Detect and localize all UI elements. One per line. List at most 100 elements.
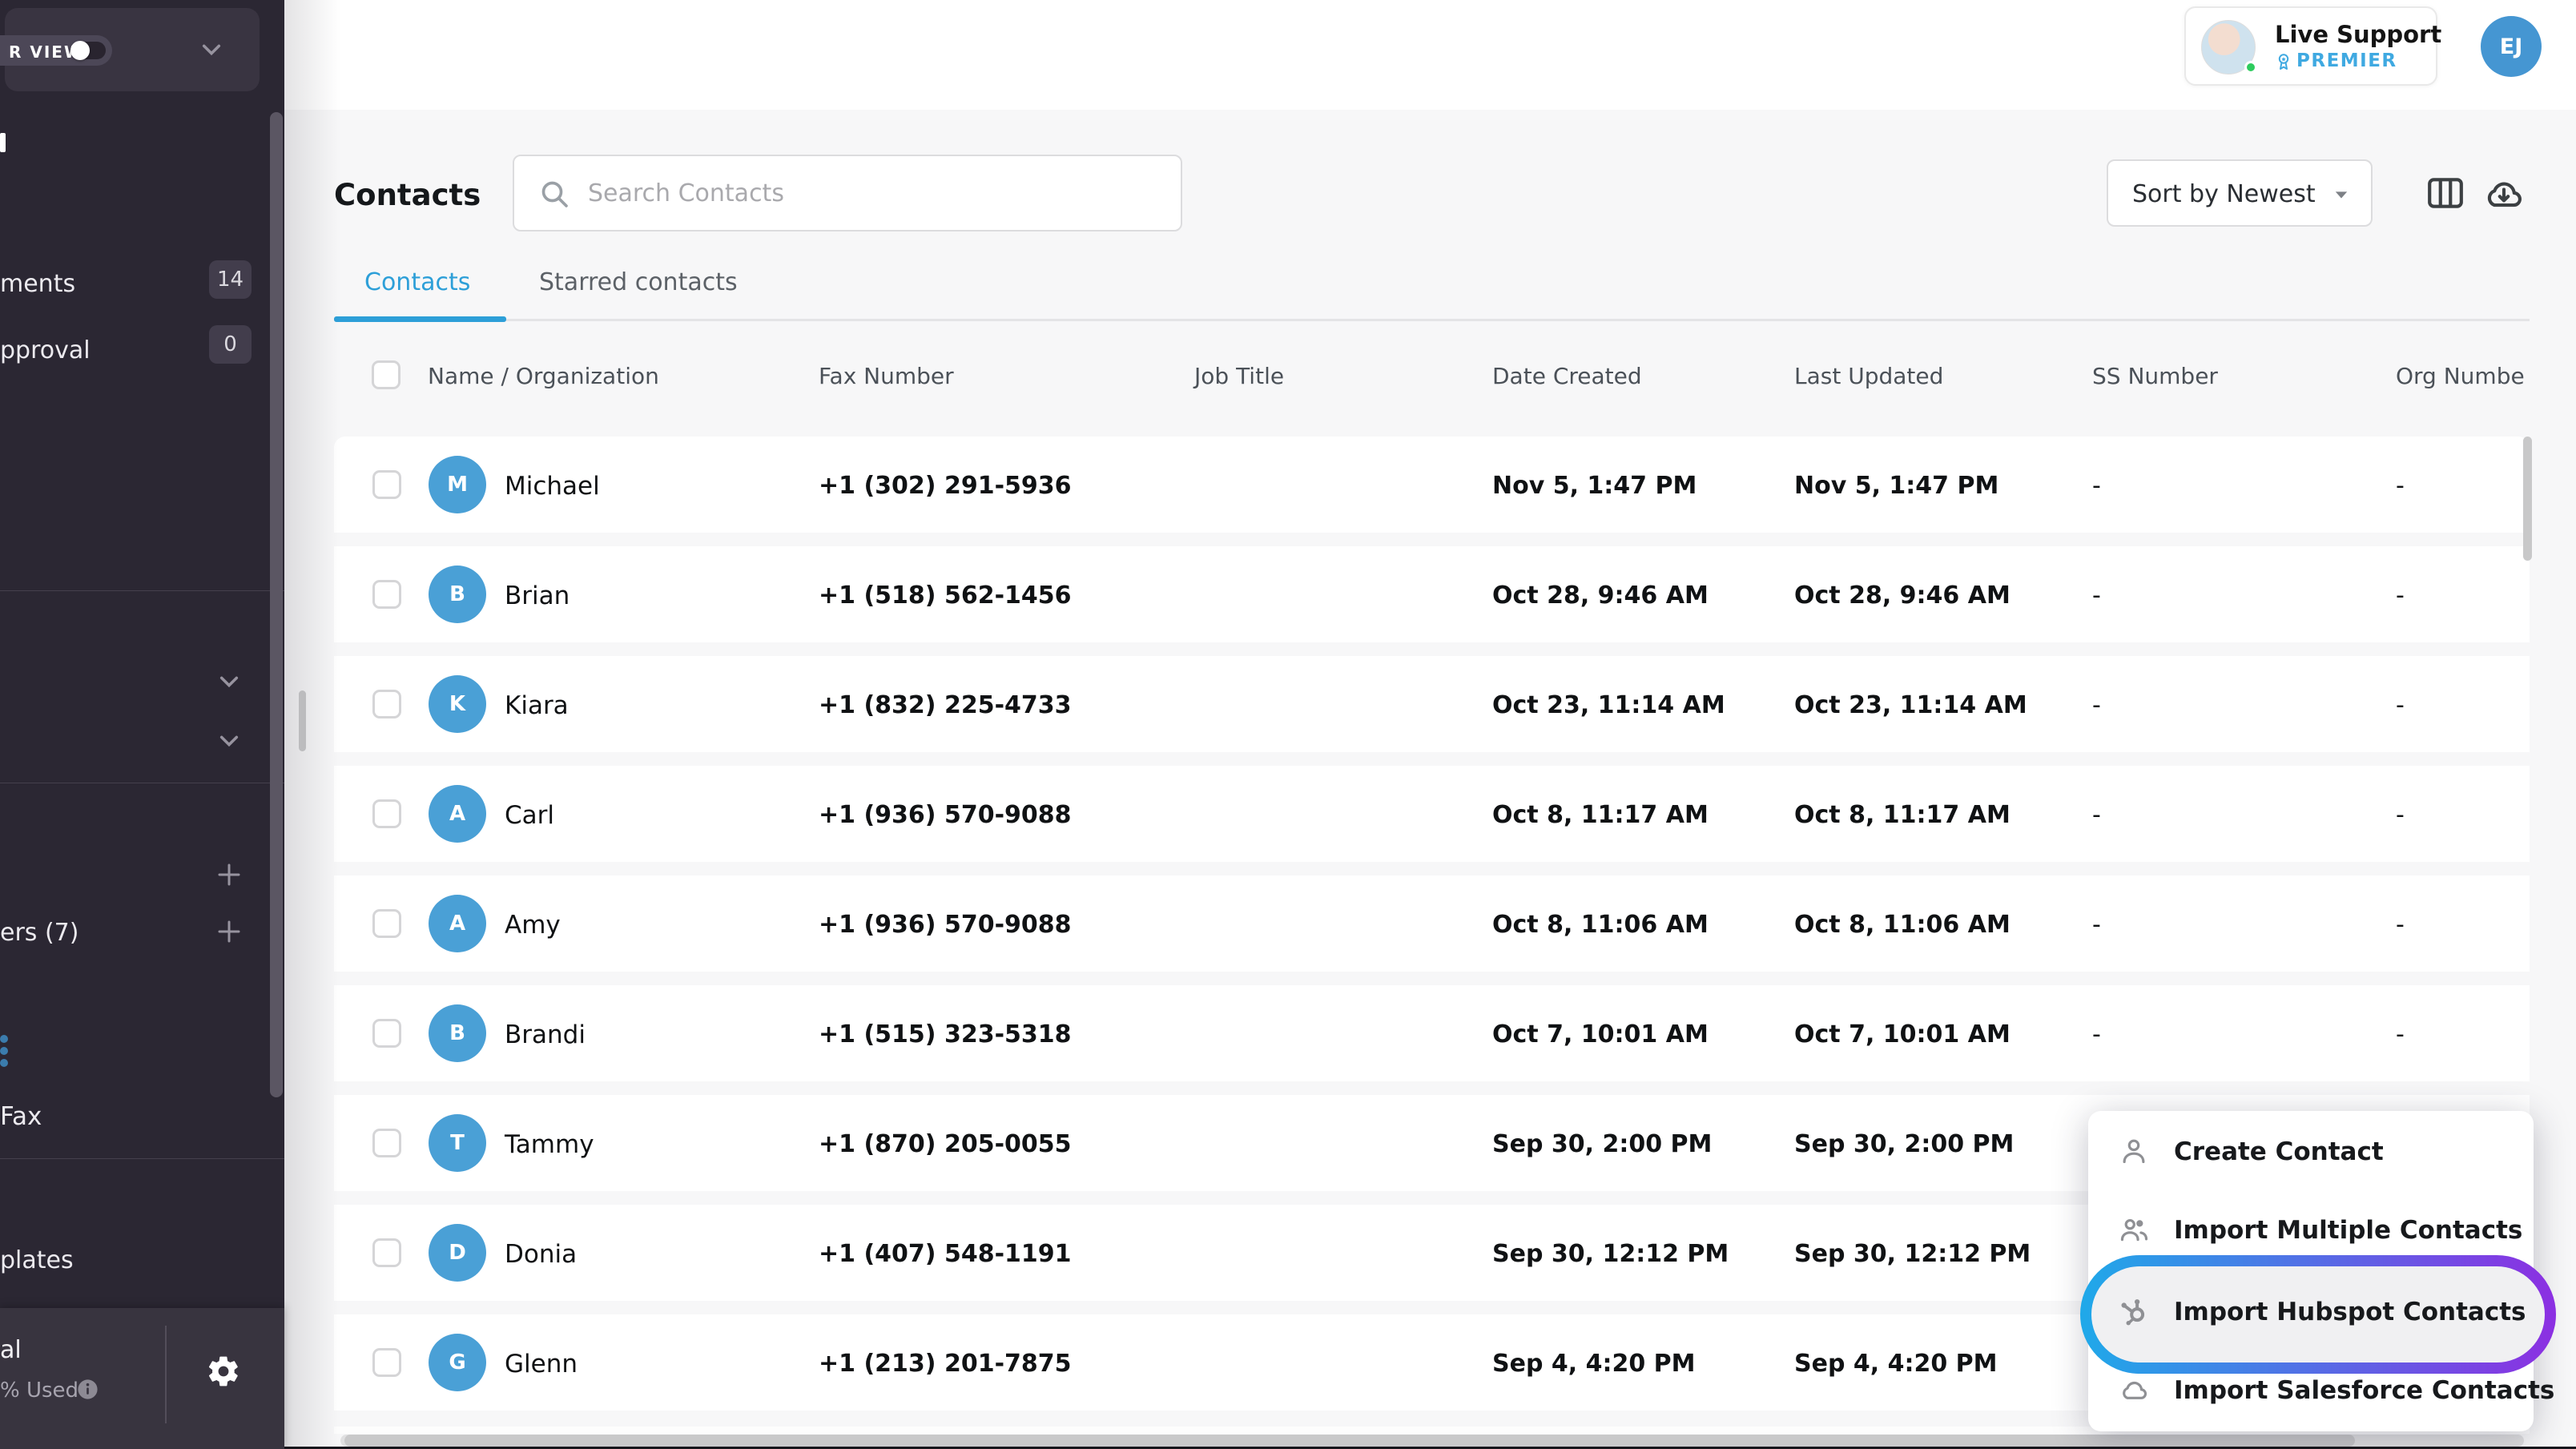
menu-item-create-contact[interactable]: Create Contact <box>2088 1113 2534 1189</box>
column-header[interactable]: Date Created <box>1492 363 1642 389</box>
tab-starred-contacts[interactable]: Starred contacts <box>539 268 738 296</box>
divider <box>165 1326 167 1423</box>
sidebar-item-documents[interactable]: ments 14 <box>0 265 284 304</box>
chevron-down-icon[interactable] <box>218 733 240 749</box>
sidebar: R VIEW ments 14 pproval 0 ers (7) Fax pl… <box>0 0 284 1449</box>
row-checkbox[interactable] <box>372 580 401 609</box>
menu-item-import-hubspot[interactable]: Import Hubspot Contacts <box>2088 1273 2534 1350</box>
fax-number: +1 (870) 205-0055 <box>819 1130 1072 1158</box>
menu-item-label: Import Multiple Contacts <box>2174 1216 2522 1245</box>
fax-number: +1 (515) 323-5318 <box>819 1020 1072 1049</box>
org-number: - <box>2396 472 2405 500</box>
row-checkbox[interactable] <box>372 1238 401 1267</box>
gear-icon[interactable] <box>206 1354 241 1389</box>
user-avatar[interactable]: EJ <box>2481 16 2542 77</box>
row-checkbox[interactable] <box>372 690 401 718</box>
contact-avatar: A <box>429 785 486 843</box>
cloud-download-icon[interactable] <box>2481 173 2526 215</box>
kebab-menu-icon[interactable] <box>0 1035 8 1043</box>
sidebar-scrollbar[interactable] <box>270 112 283 1097</box>
premier-label: PREMIER <box>2296 50 2397 71</box>
date-created: Sep 30, 12:12 PM <box>1492 1240 1729 1268</box>
sidebar-item-templates[interactable]: plates <box>0 1246 74 1274</box>
table-row[interactable]: A Amy +1 (936) 570-9088 Oct 8, 11:06 AM … <box>334 875 2530 972</box>
column-header[interactable]: Job Title <box>1194 363 1284 389</box>
view-toggle-knob[interactable] <box>70 41 90 60</box>
plus-icon[interactable] <box>215 860 244 889</box>
table-row[interactable]: B Brian +1 (518) 562-1456 Oct 28, 9:46 A… <box>334 546 2530 642</box>
last-updated: Oct 7, 10:01 AM <box>1794 1020 2010 1049</box>
table-vertical-scrollbar[interactable] <box>2523 437 2532 561</box>
last-updated: Sep 30, 12:12 PM <box>1794 1240 2031 1268</box>
live-support-widget[interactable]: Live Support PREMIER <box>2184 6 2437 86</box>
last-updated: Sep 30, 2:00 PM <box>1794 1130 2014 1158</box>
fax-number: +1 (832) 225-4733 <box>819 691 1072 719</box>
divider <box>0 590 284 591</box>
sort-dropdown[interactable]: Sort by Newest <box>2107 159 2373 227</box>
contact-name[interactable]: Kiara <box>505 691 569 720</box>
page-title: Contacts <box>334 178 481 212</box>
table-row[interactable]: B Brandi +1 (515) 323-5318 Oct 7, 10:01 … <box>334 985 2530 1081</box>
contact-name[interactable]: Donia <box>505 1240 577 1269</box>
ss-number: - <box>2092 801 2101 829</box>
row-checkbox[interactable] <box>372 1129 401 1157</box>
divider <box>0 1158 284 1159</box>
column-header[interactable]: Name / Organization <box>428 363 659 389</box>
contact-name[interactable]: Brandi <box>505 1020 586 1049</box>
table-row[interactable]: K Kiara +1 (832) 225-4733 Oct 23, 11:14 … <box>334 656 2530 752</box>
org-number: - <box>2396 911 2405 939</box>
ss-number: - <box>2092 911 2101 939</box>
content-left-scrollbar[interactable] <box>299 690 306 751</box>
column-header[interactable]: Fax Number <box>819 363 954 389</box>
sidebar-view-card: R VIEW <box>5 8 260 91</box>
sidebar-item-approval[interactable]: pproval 0 <box>0 332 284 370</box>
tabs-divider <box>334 319 2530 321</box>
chevron-down-icon[interactable] <box>200 42 223 58</box>
kebab-menu-icon[interactable] <box>0 1047 8 1055</box>
cloud-icon <box>2119 1375 2149 1405</box>
menu-item-import-salesforce[interactable]: Import Salesforce Contacts <box>2088 1351 2534 1428</box>
contact-name[interactable]: Amy <box>505 911 561 940</box>
contact-name[interactable]: Tammy <box>505 1130 594 1159</box>
search-icon <box>538 178 570 210</box>
table-row[interactable]: A Carl +1 (936) 570-9088 Oct 8, 11:17 AM… <box>334 766 2530 862</box>
column-header[interactable]: Org Numbe <box>2396 363 2525 389</box>
active-tab-underline <box>334 316 506 322</box>
contact-name[interactable]: Michael <box>505 472 600 501</box>
search-input[interactable] <box>588 156 1165 230</box>
plan-label: al <box>0 1336 22 1364</box>
row-checkbox[interactable] <box>372 799 401 828</box>
contact-avatar: G <box>429 1334 486 1391</box>
table-row[interactable]: M Michael +1 (302) 291-5936 Nov 5, 1:47 … <box>334 437 2530 533</box>
contact-name[interactable]: Glenn <box>505 1350 578 1379</box>
horizontal-scrollbar-thumb[interactable] <box>344 1435 2355 1447</box>
org-number: - <box>2396 582 2405 610</box>
view-toggle-pill[interactable]: R VIEW <box>0 35 112 66</box>
plus-icon[interactable] <box>215 917 244 946</box>
row-checkbox[interactable] <box>372 1348 401 1377</box>
menu-item-import-multiple[interactable]: Import Multiple Contacts <box>2088 1191 2534 1268</box>
org-number: - <box>2396 691 2405 719</box>
sidebar-item-label: ments <box>0 270 75 298</box>
row-checkbox[interactable] <box>372 909 401 938</box>
chevron-down-icon[interactable] <box>218 674 240 690</box>
ss-number: - <box>2092 691 2101 719</box>
columns-icon[interactable] <box>2425 173 2465 213</box>
tab-contacts[interactable]: Contacts <box>364 268 470 296</box>
contact-name[interactable]: Brian <box>505 582 570 610</box>
sidebar-item-label: pproval <box>0 336 91 364</box>
select-all-checkbox[interactable] <box>372 360 400 389</box>
menu-item-label: Import Salesforce Contacts <box>2174 1376 2554 1405</box>
contact-name[interactable]: Carl <box>505 801 554 830</box>
sidebar-item-fax[interactable]: Fax <box>0 1102 42 1131</box>
kebab-menu-icon[interactable] <box>0 1059 8 1067</box>
fax-number: +1 (936) 570-9088 <box>819 911 1072 939</box>
row-checkbox[interactable] <box>372 1019 401 1048</box>
column-header[interactable]: Last Updated <box>1794 363 1943 389</box>
column-header[interactable]: SS Number <box>2092 363 2218 389</box>
search-box <box>513 155 1182 231</box>
sidebar-item-users[interactable]: ers (7) <box>0 919 78 947</box>
row-checkbox[interactable] <box>372 470 401 499</box>
info-icon[interactable] <box>76 1378 99 1401</box>
date-created: Oct 28, 9:46 AM <box>1492 582 1709 610</box>
